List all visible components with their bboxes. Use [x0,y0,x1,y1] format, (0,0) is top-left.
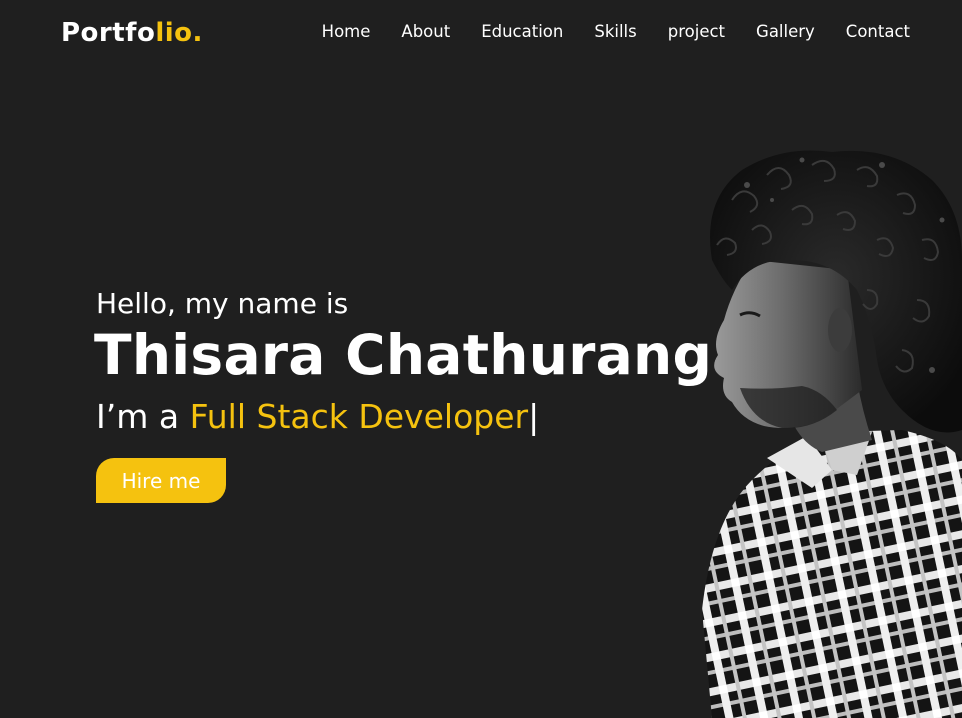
logo-accent-text: lio. [155,18,203,48]
hero-role: I’m a Full Stack Developer| [96,397,539,436]
nav-home[interactable]: Home [322,22,371,41]
nav-education[interactable]: Education [481,22,563,41]
nav-skills[interactable]: Skills [594,22,636,41]
nav-about[interactable]: About [401,22,450,41]
nav-project[interactable]: project [668,22,725,41]
role-typed-text: Full Stack Developer [189,397,529,436]
portfolio-page: Portfolio. Home About Education Skills p… [0,0,962,718]
hire-me-button[interactable]: Hire me [96,458,226,503]
portrait-photo [702,150,962,718]
nav-gallery[interactable]: Gallery [756,22,815,41]
nav-contact[interactable]: Contact [846,22,910,41]
logo-text: Portfo [61,18,156,48]
role-prefix: I’m a [96,397,190,436]
hero-name: Thisara Chathuranga [94,323,750,387]
main-nav: Home About Education Skills project Gall… [322,22,910,41]
hero-greeting: Hello, my name is [96,287,349,320]
logo[interactable]: Portfolio. [61,18,203,48]
typing-cursor: | [528,397,540,436]
